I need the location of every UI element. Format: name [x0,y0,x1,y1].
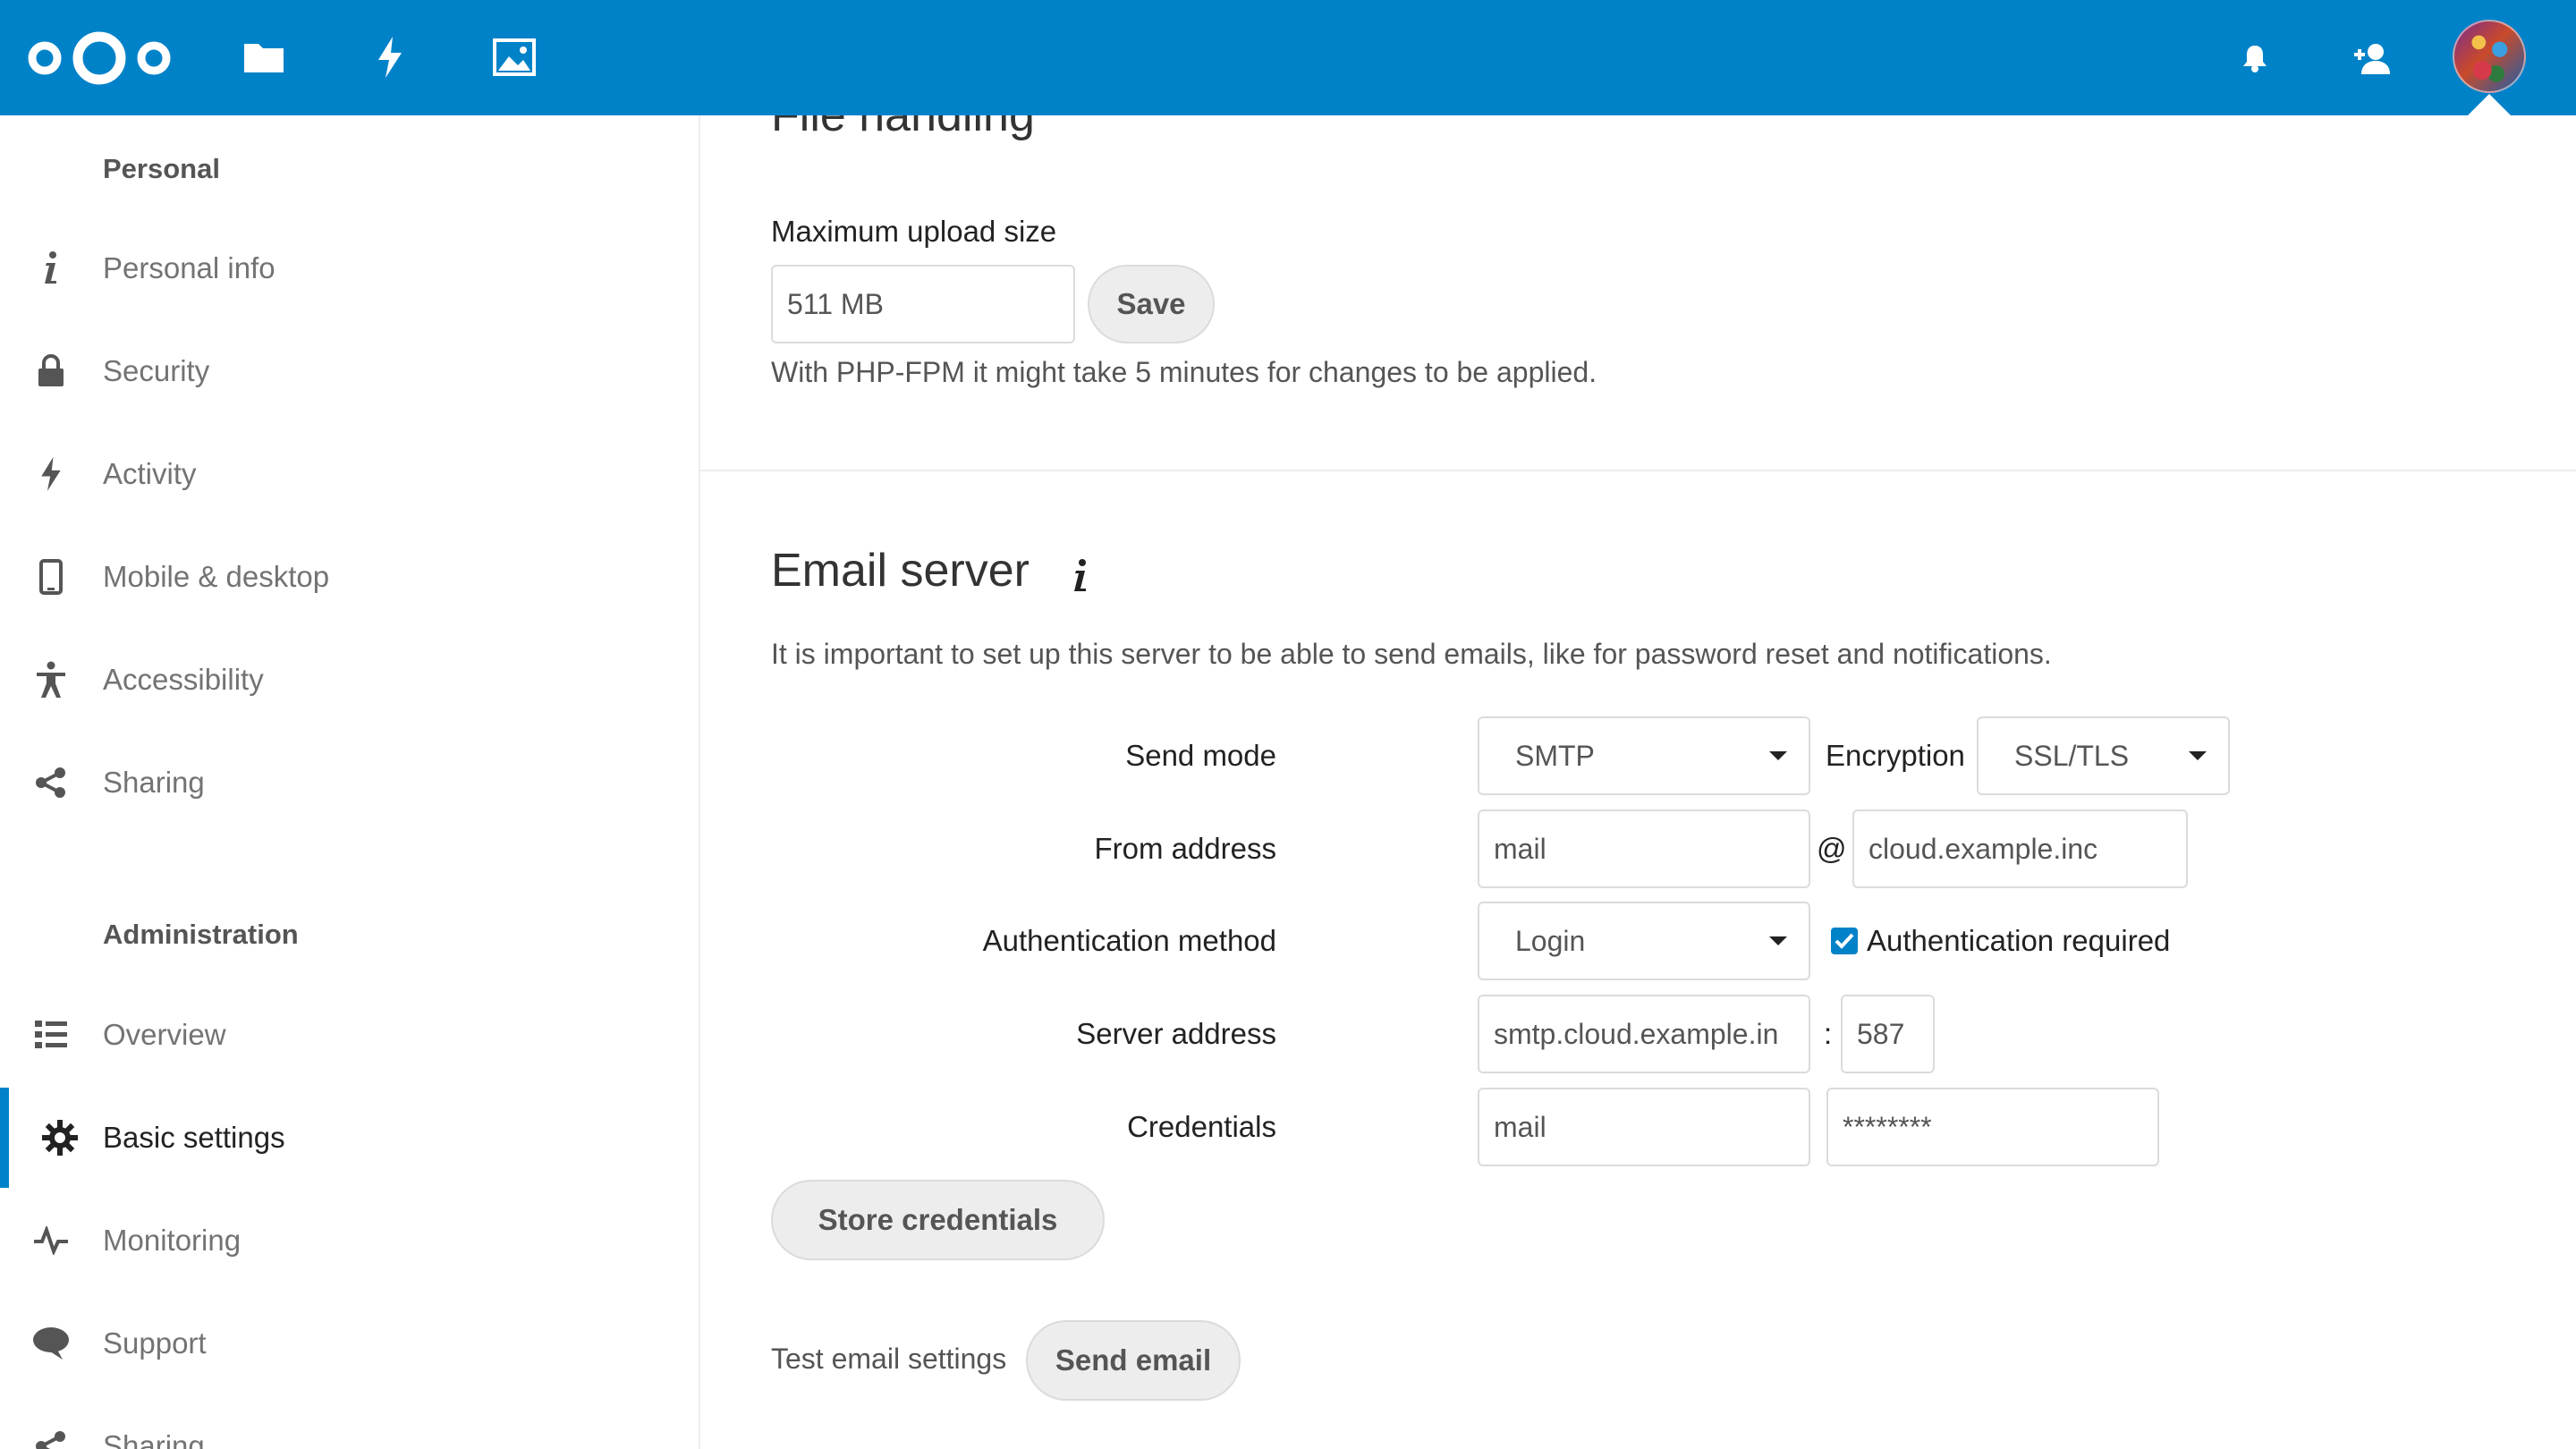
files-icon[interactable] [242,39,286,75]
sidebar-item-support[interactable]: Support [0,1293,699,1394]
port-separator: : [1824,1017,1833,1050]
top-header [0,0,2576,115]
sidebar-item-label: Monitoring [103,1224,242,1257]
from-address-domain-input[interactable]: cloud.example.inc [1852,809,2188,888]
sidebar-item-mobile-desktop[interactable]: Mobile & desktop [0,527,699,627]
from-address-label: From address [1094,832,1276,865]
administration-caption: Administration [103,919,299,950]
share-icon [30,1426,72,1449]
section-divider [700,470,2576,471]
settings-content: File handling Maximum upload size 511 MB… [700,115,2576,1449]
sidebar-item-accessibility[interactable]: Accessibility [0,630,699,730]
at-sign: @ [1817,832,1847,865]
sidebar-item-label: Sharing [103,1429,205,1449]
personal-caption: Personal [103,153,220,184]
sidebar-item-label: Support [103,1326,207,1360]
accessibility-icon [30,659,72,700]
lock-icon [30,351,72,392]
avatar-menu-caret [2468,94,2511,115]
sidebar-item-activity[interactable]: Activity [0,424,699,524]
settings-sidebar: Personal Personal info Security Activity… [0,115,700,1449]
sidebar-item-personal-info[interactable]: Personal info [0,218,699,318]
server-address-input[interactable]: smtp.cloud.example.in [1478,995,1810,1073]
store-credentials-button[interactable]: Store credentials [771,1180,1105,1260]
activity-icon[interactable] [372,36,408,79]
sidebar-item-basic-settings[interactable]: Basic settings [0,1088,699,1188]
sidebar-item-label: Sharing [103,766,205,799]
sidebar-item-sharing[interactable]: Sharing [0,733,699,833]
auth-method-label: Authentication method [982,924,1276,957]
from-address-user-input[interactable]: mail [1478,809,1810,888]
save-button[interactable]: Save [1088,265,1215,343]
test-email-label: Test email settings [771,1343,1007,1375]
sidebar-item-label: Security [103,354,210,387]
chevron-down-icon [1769,936,1787,945]
send-email-button[interactable]: Send email [1026,1320,1241,1401]
email-server-heading: Email server [771,545,1030,597]
sidebar-item-security[interactable]: Security [0,321,699,421]
credentials-password-input[interactable]: ******** [1826,1088,2159,1166]
nextcloud-logo[interactable] [27,25,172,91]
encryption-value: SSL/TLS [2014,739,2130,772]
email-server-description: It is important to set up this server to… [771,638,2052,670]
info-icon[interactable] [1067,554,1094,598]
notifications-icon[interactable] [2240,43,2270,73]
sidebar-item-label: Mobile & desktop [103,560,330,593]
send-mode-label: Send mode [1125,739,1276,772]
upload-size-label: Maximum upload size [771,215,1057,248]
auth-method-select[interactable]: Login [1478,902,1810,980]
upload-size-input[interactable]: 511 MB [771,265,1075,343]
pulse-icon [30,1220,72,1261]
sidebar-item-label: Personal info [103,251,275,284]
sidebar-item-label: Accessibility [103,663,264,696]
info-icon [30,248,72,289]
credentials-label: Credentials [1127,1110,1276,1143]
sidebar-item-label: Basic settings [103,1121,285,1154]
sidebar-item-monitoring[interactable]: Monitoring [0,1191,699,1291]
auth-required-label: Authentication required [1867,924,2171,957]
chevron-down-icon [1769,751,1787,760]
send-mode-select[interactable]: SMTP [1478,716,1810,795]
port-input[interactable]: 587 [1841,995,1935,1073]
sidebar-item-label: Activity [103,457,197,490]
sidebar-item-overview[interactable]: Overview [0,985,699,1085]
avatar[interactable] [2453,20,2526,93]
auth-method-value: Login [1515,924,1586,957]
activity-icon [30,453,72,495]
sidebar-item-label: Overview [103,1018,226,1051]
gear-icon [39,1117,80,1158]
send-mode-value: SMTP [1515,739,1595,772]
chevron-down-icon [2189,751,2207,760]
photos-icon[interactable] [492,38,537,77]
credentials-user-input[interactable]: mail [1478,1088,1810,1166]
contacts-icon[interactable] [2354,41,2390,75]
list-icon [30,1014,72,1055]
auth-required-checkbox[interactable] [1831,928,1858,954]
encryption-select[interactable]: SSL/TLS [1977,716,2230,795]
chat-icon [30,1323,72,1364]
sidebar-item-admin-sharing[interactable]: Sharing [0,1396,699,1449]
phone-icon [30,556,72,597]
share-icon [30,762,72,803]
php-fpm-note: With PHP-FPM it might take 5 minutes for… [771,356,1597,388]
encryption-label: Encryption [1826,739,1965,772]
file-handling-heading: File handling [771,115,1035,141]
server-address-label: Server address [1076,1017,1276,1050]
checkmark-icon [1835,933,1854,949]
